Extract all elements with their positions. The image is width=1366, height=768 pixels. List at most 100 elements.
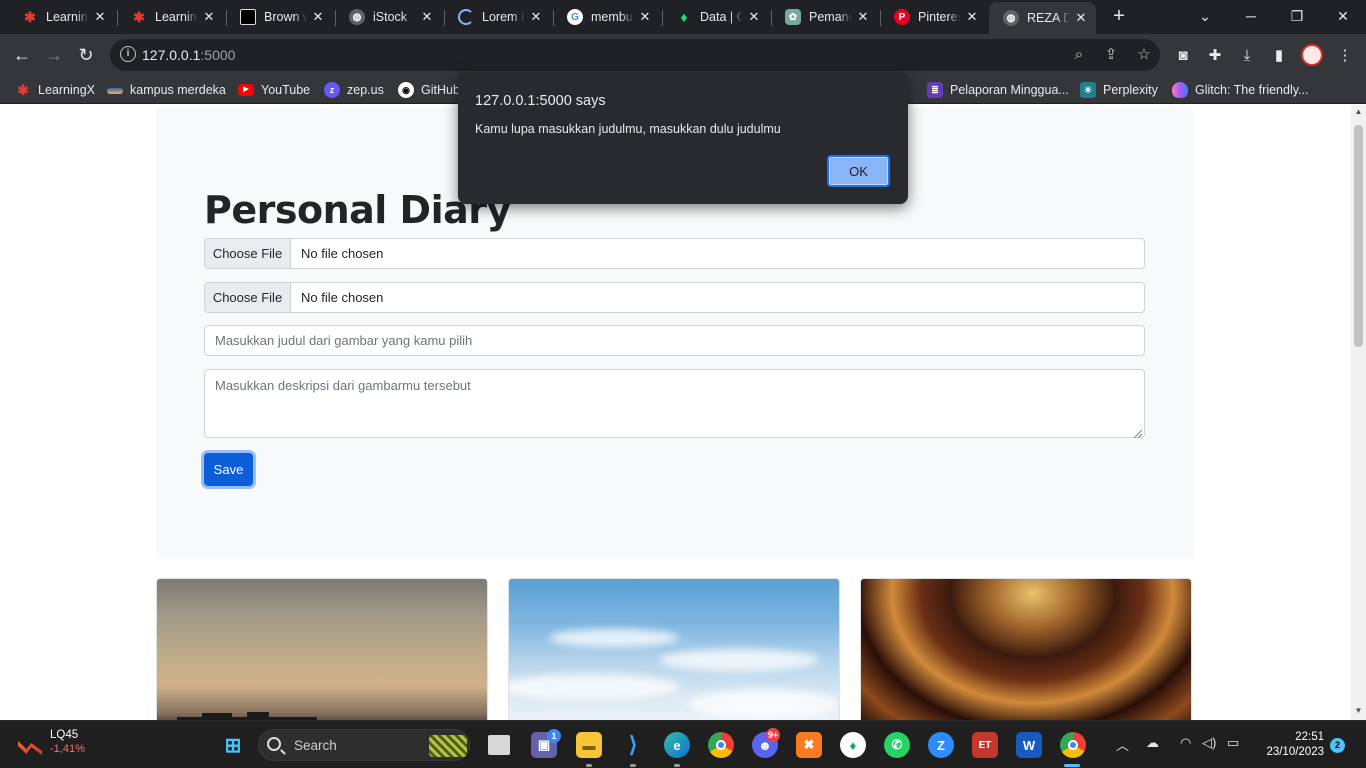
close-icon[interactable]: ✕ xyxy=(1070,10,1092,26)
close-icon[interactable]: ✕ xyxy=(89,9,111,25)
description-textarea[interactable] xyxy=(204,369,1145,438)
clock-date: 23/10/2023 xyxy=(1266,746,1324,758)
address-bar[interactable]: i 127.0.0.1:5000 ⌕ ⇪ ☆ xyxy=(110,39,1160,71)
wifi-icon[interactable]: ◠ xyxy=(1180,735,1191,751)
bookmark-perplexity[interactable]: ✳ Perplexity xyxy=(1080,81,1158,99)
taskbar-clock[interactable]: 22:51 23/10/2023 xyxy=(1254,730,1324,760)
tab-search-chevron-icon[interactable]: ⌄ xyxy=(1182,0,1228,32)
cloud xyxy=(659,649,819,671)
diary-card-image-sky[interactable] xyxy=(508,578,840,720)
bookmark-learningx[interactable]: ✱ LearningX xyxy=(15,81,95,99)
stock-widget[interactable]: LQ45 -1,41% xyxy=(18,729,85,755)
screenshot-camera-icon[interactable]: ◙ xyxy=(1172,45,1194,67)
close-icon[interactable]: ✕ xyxy=(525,9,547,25)
bookmark-github[interactable]: ◉ GitHub xyxy=(398,81,460,99)
task-view-icon[interactable] xyxy=(488,735,510,755)
stock-change: -1,41% xyxy=(50,743,85,755)
tab-reza-active[interactable]: ◍ REZA D ✕ xyxy=(989,2,1096,34)
bookmark-glitch[interactable]: Glitch: The friendly... xyxy=(1172,81,1308,99)
notification-badge[interactable]: 2 xyxy=(1330,738,1345,753)
download-icon[interactable]: ⤓ xyxy=(1236,45,1258,67)
bookmark-star-icon[interactable]: ☆ xyxy=(1134,45,1154,65)
close-icon[interactable]: ✕ xyxy=(634,9,656,25)
image-file-input[interactable]: Choose File No file chosen xyxy=(204,238,1145,269)
second-file-input[interactable]: Choose File No file chosen xyxy=(204,282,1145,313)
tab-brown[interactable]: Brown w ✕ xyxy=(226,2,333,32)
tab-title: Data | C xyxy=(700,10,743,24)
close-icon[interactable]: ✕ xyxy=(198,9,220,25)
tab-learningx-2[interactable]: ✱ LearningX ✕ xyxy=(117,2,224,32)
extensions-puzzle-icon[interactable]: ✚ xyxy=(1204,45,1226,67)
reload-icon[interactable]: ↻ xyxy=(71,40,101,70)
dialog-ok-button[interactable]: OK xyxy=(827,155,890,187)
vscode-icon[interactable]: ⟩ xyxy=(620,732,646,758)
choose-file-button[interactable]: Choose File xyxy=(205,239,291,268)
chrome-icon[interactable] xyxy=(708,732,734,758)
bookmark-zep[interactable]: z zep.us xyxy=(324,81,384,99)
tab-istock[interactable]: ◍ iStock ✕ xyxy=(335,2,442,32)
scroll-up-icon[interactable]: ▲ xyxy=(1351,105,1366,119)
url-port: :5000 xyxy=(200,47,236,63)
zoom-icon[interactable]: Z xyxy=(928,732,954,758)
tab-lorem[interactable]: Lorem I ✕ xyxy=(444,2,551,32)
bookmark-label: kampus merdeka xyxy=(130,83,226,97)
minimize-button[interactable]: ─ xyxy=(1228,0,1274,32)
loading-icon xyxy=(458,9,474,25)
tab-title: LearningX xyxy=(46,10,89,24)
zoom-icon[interactable]: ⌕ xyxy=(1069,45,1089,65)
close-icon[interactable]: ✕ xyxy=(307,9,329,25)
close-icon[interactable]: ✕ xyxy=(852,9,874,25)
vertical-scrollbar[interactable]: ▲ ▼ xyxy=(1351,105,1366,720)
bookmark-pelaporan[interactable]: ≣ Pelaporan Minggua... xyxy=(927,81,1069,99)
word-icon[interactable]: W xyxy=(1016,732,1042,758)
bookmark-youtube[interactable]: ▶ YouTube xyxy=(238,81,310,99)
tab-data[interactable]: ♦ Data | C ✕ xyxy=(662,2,769,32)
onedrive-cloud-icon[interactable]: ☁ xyxy=(1146,735,1159,751)
diary-card-image-sunset-sea[interactable] xyxy=(156,578,488,720)
battery-icon[interactable]: ▭ xyxy=(1227,735,1239,751)
file-explorer-icon[interactable]: ▬ xyxy=(576,732,602,758)
dialog-message: Kamu lupa masukkan judulmu, masukkan dul… xyxy=(475,122,781,136)
tab-membu[interactable]: G membu ✕ xyxy=(553,2,660,32)
close-icon[interactable]: ✕ xyxy=(416,9,438,25)
tray-overflow-chevron-icon[interactable]: ︿ xyxy=(1116,735,1129,754)
whatsapp-icon[interactable]: ✆ xyxy=(884,732,910,758)
tab-pemanc[interactable]: ✿ Pemanc ✕ xyxy=(771,2,878,32)
xampp-icon[interactable]: ✖ xyxy=(796,732,822,758)
profile-avatar[interactable] xyxy=(1301,44,1323,66)
textarea-resize-handle[interactable] xyxy=(1134,430,1142,438)
ship-silhouette xyxy=(202,713,232,719)
windows-start-icon[interactable]: ⊞ xyxy=(220,732,246,758)
scrollbar-thumb[interactable] xyxy=(1354,125,1363,347)
edge-icon[interactable]: e xyxy=(664,732,690,758)
restore-button[interactable]: ❐ xyxy=(1274,0,1320,32)
back-arrow-icon[interactable]: ← xyxy=(7,40,37,70)
volume-icon[interactable]: ◁) xyxy=(1202,735,1216,751)
save-button[interactable]: Save xyxy=(204,453,253,486)
forward-arrow-icon[interactable]: → xyxy=(39,40,69,70)
close-icon[interactable]: ✕ xyxy=(961,9,983,25)
tab-pinterest[interactable]: P Pinteres ✕ xyxy=(880,2,987,32)
typing-app-icon[interactable]: ET xyxy=(972,732,998,758)
url-text[interactable]: 127.0.0.1:5000 xyxy=(142,47,235,63)
choose-file-button[interactable]: Choose File xyxy=(205,283,291,312)
tab-learningx-1[interactable]: ✱ LearningX ✕ xyxy=(8,2,115,32)
site-info-icon[interactable]: i xyxy=(120,46,136,62)
bookmark-kampus-merdeka[interactable]: kampus merdeka xyxy=(107,81,226,99)
title-input[interactable] xyxy=(204,325,1145,356)
mongodb-compass-icon[interactable]: ♦ xyxy=(840,732,866,758)
taskbar-search[interactable]: Search xyxy=(258,729,470,761)
search-label: Search xyxy=(294,738,337,753)
new-tab-button[interactable]: + xyxy=(1108,5,1130,27)
scroll-down-icon[interactable]: ▼ xyxy=(1351,704,1366,718)
tab-title: iStock xyxy=(373,10,408,24)
side-panel-icon[interactable]: ▮ xyxy=(1268,45,1290,67)
search-icon xyxy=(267,737,281,751)
diary-card-image-concert-hall[interactable] xyxy=(860,578,1192,720)
close-icon[interactable]: ✕ xyxy=(743,9,765,25)
window-close-button[interactable]: ✕ xyxy=(1320,0,1366,32)
glitch-icon xyxy=(1172,82,1188,98)
menu-kebab-icon[interactable]: ⋮ xyxy=(1334,45,1356,67)
chrome-active-icon[interactable] xyxy=(1060,732,1086,758)
share-icon[interactable]: ⇪ xyxy=(1101,45,1121,65)
